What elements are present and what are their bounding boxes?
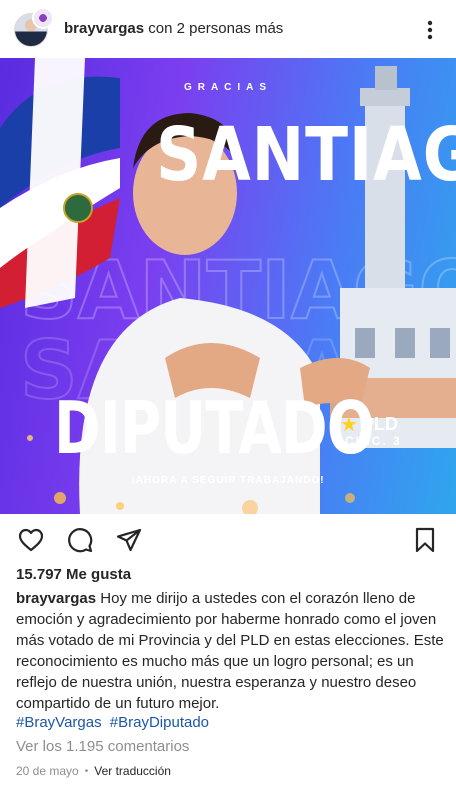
heart-icon (18, 528, 44, 552)
hashtag-link[interactable]: #BrayDiputado (110, 714, 209, 731)
post-date: 20 de mayo (16, 764, 79, 778)
caption: brayvargas Hoy me dirijo a ustedes con e… (16, 588, 444, 714)
image-circ: CIRC. 3 (345, 434, 402, 448)
comment-button[interactable] (66, 526, 94, 554)
comment-icon (68, 528, 93, 553)
more-options-button[interactable] (418, 18, 442, 42)
separator-dot: • (84, 765, 89, 777)
collaborators-link[interactable]: con 2 personas más (148, 20, 283, 37)
like-button[interactable] (17, 526, 45, 554)
more-vertical-icon (427, 20, 433, 40)
view-comments-link[interactable]: Ver los 1.195 comentarios (16, 738, 189, 755)
image-big-name: SANTIAGO (156, 112, 456, 198)
avatar-group[interactable] (14, 7, 54, 49)
send-icon (116, 528, 142, 552)
collaborator-avatar[interactable] (32, 7, 54, 29)
hashtag-link[interactable]: #BrayVargas (16, 714, 102, 731)
image-title: DIPUTADO (54, 386, 375, 470)
image-slogan: ¡AHORA A SEGUIR TRABAJANDO! (131, 475, 325, 486)
post-header: brayvargas con 2 personas más (0, 0, 456, 58)
image-party-label: PLD (361, 414, 398, 434)
image-gracias-text: GRACIAS (183, 82, 273, 93)
translate-link[interactable]: Ver traducción (94, 764, 171, 778)
bookmark-icon (415, 527, 435, 553)
username-link[interactable]: brayvargas (64, 20, 144, 37)
caption-username[interactable]: brayvargas (16, 590, 96, 607)
likes-count[interactable]: 15.797 Me gusta (16, 566, 131, 583)
hashtags: #BrayVargas #BrayDiputado (16, 712, 213, 733)
header-text: brayvargas con 2 personas más (64, 19, 283, 39)
action-bar (0, 514, 456, 564)
caption-text: Hoy me dirijo a ustedes con el corazón l… (16, 590, 444, 712)
save-button[interactable] (411, 526, 439, 554)
post-meta: 20 de mayo • Ver traducción (16, 764, 171, 778)
post-image[interactable]: SANTIAGO SANTIAGO (0, 58, 456, 514)
share-button[interactable] (115, 526, 143, 554)
